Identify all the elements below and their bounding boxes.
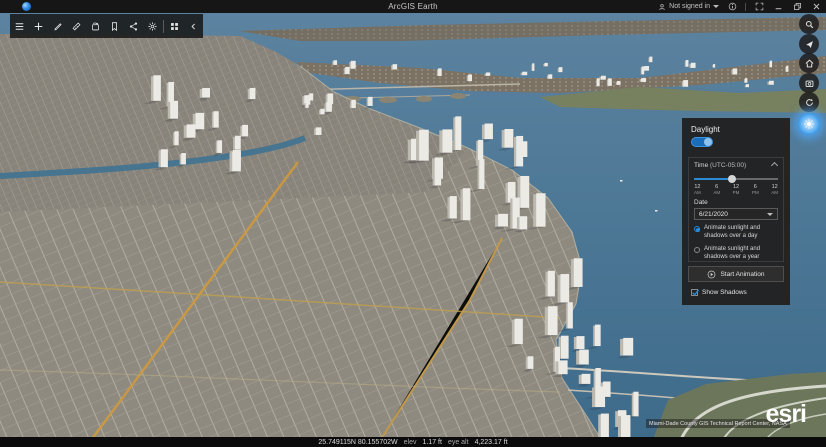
status-bar: 25.749115N 80.155702W elev 1.17 ft eye a… xyxy=(0,437,826,447)
date-label: Date xyxy=(694,199,708,207)
start-animation-label: Start Animation xyxy=(720,270,765,278)
time-tick-labels: 12 AM 6 AM 12 PM 6 PM 12 AM xyxy=(694,184,778,195)
time-slider[interactable] xyxy=(694,174,778,184)
start-animation-button[interactable]: Start Animation xyxy=(688,266,784,282)
chevron-left-icon xyxy=(191,23,195,29)
daylight-panel: Daylight Time (UTC-05:00) 12 AM 6 AM 12 … xyxy=(682,118,790,305)
close-icon xyxy=(813,3,819,10)
show-shadows-label: Show Shadows xyxy=(702,289,747,296)
restore-icon xyxy=(793,3,801,10)
tick-6pm: 6 PM xyxy=(751,184,759,195)
gear-icon xyxy=(148,22,157,30)
date-caret-icon xyxy=(767,212,773,216)
menu-button[interactable] xyxy=(10,14,29,38)
ruler-icon xyxy=(72,22,81,30)
elev-label: elev xyxy=(403,438,417,446)
eye-alt-label: eye alt xyxy=(447,438,469,446)
reset-north-icon xyxy=(805,98,813,106)
bookmark-button[interactable] xyxy=(105,14,124,38)
swipe-icon xyxy=(92,22,99,30)
coordinates-text: 25.749115N 80.155702W xyxy=(318,438,398,446)
menu-icon xyxy=(15,22,24,30)
check-icon xyxy=(692,289,700,296)
minimize-button[interactable] xyxy=(772,1,784,13)
tick-12pm: 12 PM xyxy=(732,184,740,195)
daylight-settings-group: Time (UTC-05:00) 12 AM 6 AM 12 PM 6 PM 1… xyxy=(688,157,784,262)
checkbox-box xyxy=(691,289,700,296)
collapse-toolbar-button[interactable] xyxy=(184,14,203,38)
add-icon xyxy=(34,22,43,30)
signin-caret-icon xyxy=(713,5,719,8)
share-button[interactable] xyxy=(124,14,143,38)
toggle-knob xyxy=(704,138,712,146)
date-value: 6/21/2020 xyxy=(699,210,728,218)
play-icon xyxy=(708,270,716,278)
info-button[interactable] xyxy=(726,1,738,13)
radio-day-indicator xyxy=(694,226,700,233)
minimize-icon xyxy=(775,8,781,10)
time-collapse-icon[interactable] xyxy=(770,161,779,170)
tick-12am-2: 12 AM xyxy=(771,184,778,195)
main-toolbar xyxy=(10,14,203,38)
settings-button[interactable] xyxy=(143,14,162,38)
arcgis-earth-window: ArcGIS Earth Not signed in Daylight Time… xyxy=(0,0,826,447)
radio-year-indicator xyxy=(694,247,700,254)
fullscreen-icon xyxy=(755,2,763,11)
daylight-toggle[interactable] xyxy=(691,137,713,147)
daylight-button[interactable] xyxy=(798,113,820,135)
toolbar-separator xyxy=(163,19,164,33)
radio-animate-year[interactable]: Animate sunlight and shadows over a year xyxy=(694,246,778,262)
show-shadows-checkbox[interactable]: Show Shadows xyxy=(691,289,747,296)
navigate-button[interactable] xyxy=(799,34,819,54)
apps-button[interactable] xyxy=(165,14,184,38)
time-label: Time (UTC-05:00) xyxy=(694,162,747,169)
slider-fill xyxy=(694,178,732,180)
reset-view-button[interactable] xyxy=(799,92,819,112)
elev-value: 1.17 ft xyxy=(422,438,442,446)
home-icon xyxy=(805,59,813,67)
radio-day-label: Animate sunlight and shadows over a day xyxy=(704,225,761,240)
snapshot-icon xyxy=(805,80,813,87)
signin-label: Not signed in xyxy=(669,3,710,10)
title-bar: ArcGIS Earth Not signed in xyxy=(0,0,826,13)
swipe-button[interactable] xyxy=(86,14,105,38)
signin-menu[interactable]: Not signed in xyxy=(658,3,719,11)
tick-6am: 6 AM xyxy=(713,184,721,195)
daylight-panel-title: Daylight xyxy=(691,125,720,134)
snapshot-button[interactable] xyxy=(799,73,819,93)
navigate-icon xyxy=(805,40,813,48)
apps-grid-icon xyxy=(171,22,178,30)
draw-button[interactable] xyxy=(48,14,67,38)
add-data-button[interactable] xyxy=(29,14,48,38)
user-icon xyxy=(659,3,665,10)
bookmark-icon xyxy=(112,21,117,31)
radio-animate-day[interactable]: Animate sunlight and shadows over a day xyxy=(694,225,778,241)
pencil-icon xyxy=(54,22,62,30)
esri-logo: esri xyxy=(765,400,807,428)
measure-button[interactable] xyxy=(67,14,86,38)
date-select[interactable]: 6/21/2020 xyxy=(694,208,778,221)
titlebar-separator xyxy=(745,2,746,11)
slider-thumb[interactable] xyxy=(727,175,736,183)
restore-button[interactable] xyxy=(791,1,803,13)
radio-year-label: Animate sunlight and shadows over a year xyxy=(704,246,761,260)
eye-alt-value: 4,223.17 ft xyxy=(474,438,508,446)
search-button[interactable] xyxy=(799,14,819,34)
home-button[interactable] xyxy=(799,53,819,73)
fullscreen-button[interactable] xyxy=(753,1,765,13)
sun-icon xyxy=(804,119,814,129)
tick-12am-1: 12 AM xyxy=(694,184,701,195)
info-icon xyxy=(728,2,736,11)
search-icon xyxy=(805,20,813,28)
share-icon xyxy=(129,21,138,31)
close-button[interactable] xyxy=(810,1,822,13)
